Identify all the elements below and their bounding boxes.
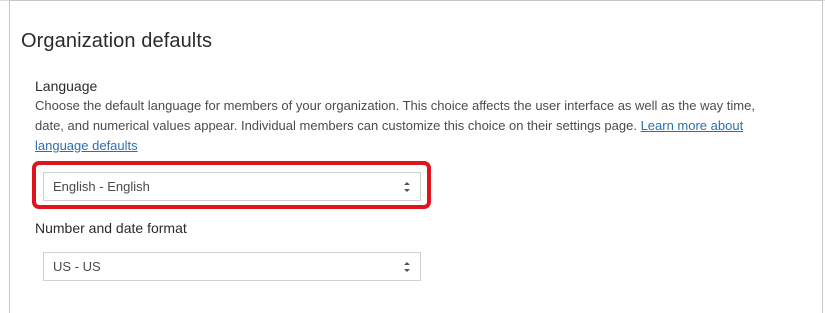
language-description: Choose the default language for members … (35, 96, 775, 156)
chevron-up-down-icon (404, 262, 410, 272)
number-date-format-label: Number and date format (35, 220, 187, 236)
section-title: Organization defaults (21, 30, 213, 52)
language-select[interactable]: English - English (43, 172, 421, 201)
chevron-up-down-icon (404, 182, 410, 192)
language-select-value: English - English (53, 179, 150, 194)
language-label: Language (35, 78, 98, 94)
number-date-format-select[interactable]: US - US (43, 252, 421, 281)
number-date-format-select-value: US - US (53, 259, 101, 274)
